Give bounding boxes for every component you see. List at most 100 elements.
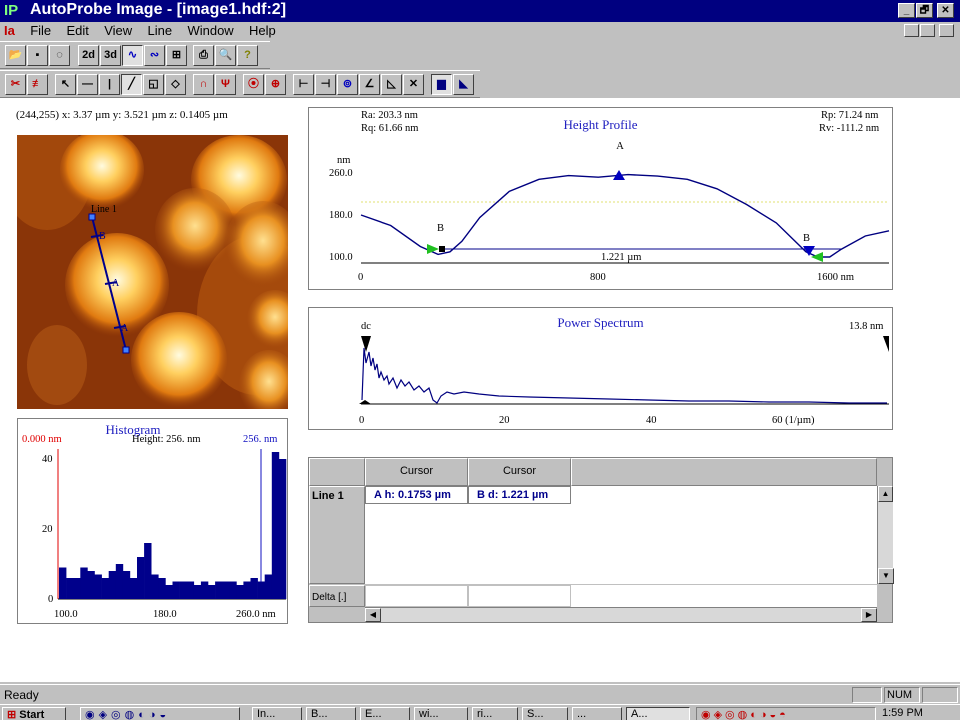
menu-help[interactable]: Help	[243, 22, 282, 40]
print-button[interactable]: ⎙	[193, 45, 214, 66]
cursor-b-column-header[interactable]: Cursor	[468, 458, 571, 486]
triangle-measure-button[interactable]: ◺	[381, 74, 402, 95]
spectrum-curve	[361, 347, 887, 404]
histogram-ytick-40: 40	[42, 454, 53, 465]
doc-close-button[interactable]	[939, 24, 954, 37]
profile-ytick-180: 180.0	[329, 210, 353, 221]
power-spectrum-chart[interactable]: 0 20 40 60 (1/µm)	[309, 308, 893, 430]
horizontal-scrollbar[interactable]: ◀ ▶	[365, 607, 877, 622]
cursor-b-handle[interactable]	[439, 246, 445, 252]
image-marker-a: A	[112, 278, 120, 289]
table-corner-header	[309, 458, 365, 486]
profile-unit: nm	[337, 155, 350, 166]
diagonal-line-button[interactable]: ╱	[121, 74, 142, 95]
restore-button[interactable]: 🗗	[916, 3, 933, 18]
level-button[interactable]: ⊚	[337, 74, 358, 95]
histogram-bar	[165, 585, 173, 599]
profile-mode-button[interactable]: ◣	[453, 74, 474, 95]
dc-marker[interactable]	[361, 336, 371, 352]
histogram-mode-button[interactable]: ▆	[431, 74, 452, 95]
print-preview-button[interactable]: 🔍	[215, 45, 236, 66]
angle-tool-2-button[interactable]: Ψ	[215, 74, 236, 95]
task-item-1[interactable]: In...	[252, 707, 302, 720]
cursor-a-column-header[interactable]: Cursor	[365, 458, 468, 486]
menu-window[interactable]: Window	[181, 22, 239, 40]
help-button[interactable]: ?	[237, 45, 258, 66]
delta-cell-a[interactable]	[365, 585, 468, 607]
status-text: Ready	[4, 688, 39, 702]
menu-edit[interactable]: Edit	[60, 22, 94, 40]
system-tray-icons[interactable]: ◉◈◎◍◐◑◒◓	[696, 707, 876, 720]
compass-tool-button[interactable]: ⦿	[243, 74, 264, 95]
histogram-chart[interactable]: 40 20 0 100.0 180.0 260.0 nm	[18, 419, 288, 624]
pointer-tool-button[interactable]: ↖	[55, 74, 76, 95]
spectrum-right-cursor[interactable]	[883, 336, 889, 352]
tools-toolbar: ✂ ≢ ↖ — | ╱ ◱ ◇ ∩ Ψ ⦿ ⊕ ⊢ ⊣ ⊚ ∠ ◺ ✕ ▆ ◣	[0, 70, 480, 98]
rotate-line-button[interactable]: ◇	[165, 74, 186, 95]
task-item-4[interactable]: wi...	[414, 707, 468, 720]
quick-launch-icons[interactable]: ◉◈◎◍◐◑◒	[80, 707, 240, 720]
task-item-2[interactable]: B...	[306, 707, 356, 720]
cursor-pair-button[interactable]: ⊢	[293, 74, 314, 95]
compass-tool-2-button[interactable]: ⊕	[265, 74, 286, 95]
task-item-autoprobe[interactable]: A...	[626, 707, 690, 720]
angle-tool-button[interactable]: ∩	[193, 74, 214, 95]
histogram-bar	[80, 567, 88, 599]
profile-label-end: B	[803, 233, 810, 244]
image-marker-a2: A	[121, 323, 129, 334]
delta-cell-b[interactable]	[468, 585, 571, 607]
doc-restore-button[interactable]	[920, 24, 935, 37]
menu-file[interactable]: File	[24, 22, 57, 40]
multi-line-icon[interactable]: ≢	[27, 74, 48, 95]
cursor-b-cell[interactable]: B d: 1.221 µm	[468, 486, 571, 504]
spectrum-button[interactable]: ∾	[144, 45, 165, 66]
scroll-right-button[interactable]: ▶	[861, 608, 877, 622]
cursor-pair-2-button[interactable]: ⊣	[315, 74, 336, 95]
line-profile-button[interactable]: ∿	[122, 45, 143, 66]
start-label: Start	[19, 709, 45, 720]
horizontal-line-button[interactable]: —	[77, 74, 98, 95]
histogram-bar	[236, 585, 244, 599]
title-bar[interactable]: IP AutoProbe Image - [image1.hdf:2] _ 🗗 …	[0, 0, 960, 22]
cursor-a-cell[interactable]: A h: 0.1753 µm	[365, 486, 468, 504]
line-end-handle[interactable]	[122, 346, 130, 354]
scroll-left-button[interactable]: ◀	[365, 608, 381, 622]
afm-image[interactable]: Line 1 B A A	[17, 135, 288, 409]
clock: 1:59 PM	[882, 707, 923, 719]
angle-measure-button[interactable]: ∠	[359, 74, 380, 95]
task-item-3[interactable]: E...	[360, 707, 410, 720]
menu-line[interactable]: Line	[142, 22, 179, 40]
task-item-5[interactable]: ri...	[472, 707, 518, 720]
view-2d-button[interactable]: 2d	[78, 45, 99, 66]
grid-view-button[interactable]: ⊞	[166, 45, 187, 66]
save-button[interactable]: ▪	[27, 45, 48, 66]
vertical-line-button[interactable]: |	[99, 74, 120, 95]
scroll-down-button[interactable]: ▼	[878, 568, 894, 584]
row-label-line1[interactable]: Line 1	[312, 490, 344, 502]
start-button[interactable]: ⊞ Start	[2, 707, 66, 720]
scroll-up-button[interactable]: ▲	[878, 486, 893, 502]
profile-ytick-260: 260.0	[329, 168, 353, 179]
delete-cursor-button[interactable]: ✕	[403, 74, 424, 95]
minimize-button[interactable]: _	[898, 3, 915, 18]
height-profile-chart[interactable]: A B B 1.221 µm nm 260.0 180.0 100.0 0 80…	[309, 108, 893, 290]
view-3d-button[interactable]: 3d	[100, 45, 121, 66]
histogram-bar	[257, 581, 265, 599]
vertical-scrollbar[interactable]: ▲ ▼	[877, 486, 894, 584]
spectrum-xtick-0: 0	[359, 415, 364, 426]
task-item-6[interactable]: S...	[522, 707, 568, 720]
box-line-button[interactable]: ◱	[143, 74, 164, 95]
task-item-7[interactable]: ...	[572, 707, 622, 720]
menu-view[interactable]: View	[98, 22, 138, 40]
open-folder-button[interactable]: 📂	[5, 45, 26, 66]
power-spectrum-panel: Power Spectrum dc 13.8 nm 0 20 40 60 (1/…	[308, 307, 893, 430]
close-button[interactable]: ✕	[937, 3, 954, 18]
profile-distance: 1.221 µm	[601, 252, 641, 263]
num-lock-indicator: NUM	[884, 687, 920, 703]
cut-line-icon[interactable]: ✂	[5, 74, 26, 95]
height-profile-panel: Height Profile Ra: 203.3 nm Rq: 61.66 nm…	[308, 107, 893, 290]
refresh-button[interactable]: ◌	[49, 45, 70, 66]
histogram-bar	[271, 452, 280, 599]
cursor-end-marker-2[interactable]	[811, 252, 823, 262]
doc-minimize-button[interactable]	[904, 24, 919, 37]
